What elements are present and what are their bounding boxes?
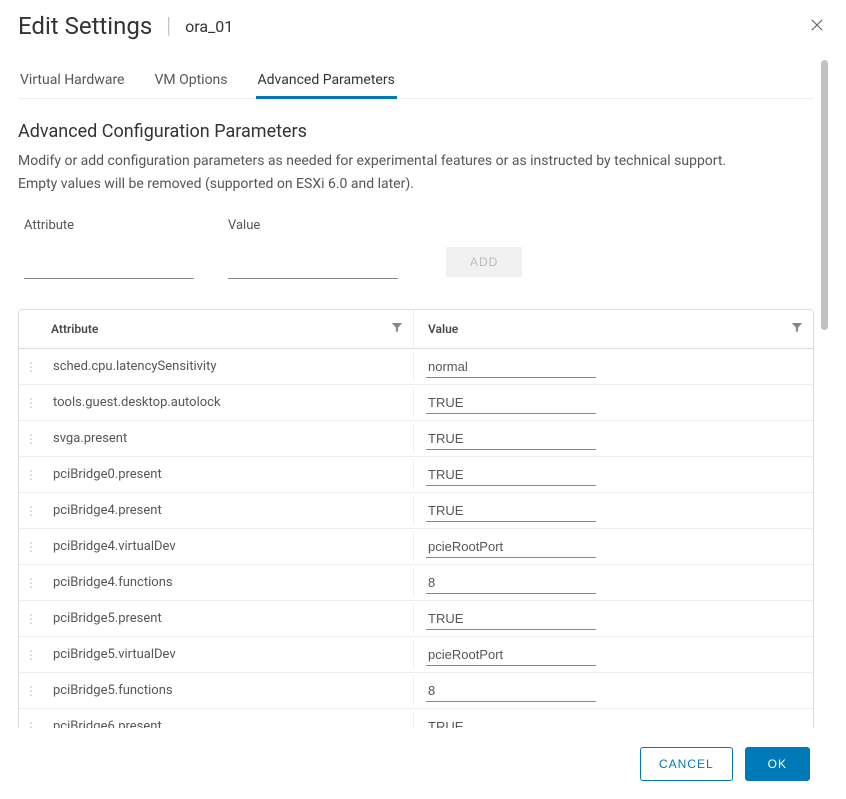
table-row: ⋮tools.guest.desktop.autolock bbox=[19, 385, 813, 421]
cell-value bbox=[413, 532, 813, 562]
ok-button[interactable]: OK bbox=[745, 747, 810, 781]
table-row: ⋮pciBridge6.present bbox=[19, 709, 813, 728]
close-icon[interactable] bbox=[808, 16, 826, 38]
dialog-footer: CANCEL OK bbox=[18, 728, 828, 799]
table-row: ⋮pciBridge5.functions bbox=[19, 673, 813, 709]
section-description: Modify or add configuration parameters a… bbox=[18, 150, 814, 196]
cell-value bbox=[413, 568, 813, 598]
filter-icon[interactable] bbox=[791, 322, 803, 337]
drag-handle-icon[interactable]: ⋮ bbox=[19, 349, 43, 384]
cell-value bbox=[413, 676, 813, 706]
drag-handle-icon[interactable]: ⋮ bbox=[19, 601, 43, 636]
table-row: ⋮pciBridge5.virtualDev bbox=[19, 637, 813, 673]
tab-virtual-hardware[interactable]: Virtual Hardware bbox=[18, 64, 126, 98]
tab-bar: Virtual Hardware VM Options Advanced Par… bbox=[18, 64, 814, 99]
cell-value bbox=[413, 712, 813, 728]
cell-attribute: pciBridge0.present bbox=[43, 457, 413, 492]
cell-value bbox=[413, 604, 813, 634]
drag-handle-icon[interactable]: ⋮ bbox=[19, 385, 43, 420]
cell-value-input[interactable] bbox=[426, 572, 596, 594]
cell-value-input[interactable] bbox=[426, 356, 596, 378]
table-body: ⋮sched.cpu.latencySensitivity⋮tools.gues… bbox=[19, 349, 813, 728]
table-row: ⋮pciBridge0.present bbox=[19, 457, 813, 493]
cell-value bbox=[413, 640, 813, 670]
cell-value-input[interactable] bbox=[426, 536, 596, 558]
table-row: ⋮svga.present bbox=[19, 421, 813, 457]
table-row: ⋮pciBridge4.virtualDev bbox=[19, 529, 813, 565]
cell-value-input[interactable] bbox=[426, 680, 596, 702]
column-value: Value bbox=[413, 310, 813, 349]
drag-handle-icon[interactable]: ⋮ bbox=[19, 673, 43, 708]
cell-value bbox=[413, 352, 813, 382]
column-attribute: Attribute bbox=[19, 310, 413, 349]
cell-value-input[interactable] bbox=[426, 608, 596, 630]
section-title: Advanced Configuration Parameters bbox=[18, 121, 814, 142]
cell-value bbox=[413, 496, 813, 526]
cell-value-input[interactable] bbox=[426, 500, 596, 522]
table-row: ⋮pciBridge4.present bbox=[19, 493, 813, 529]
drag-handle-icon[interactable]: ⋮ bbox=[19, 529, 43, 564]
attribute-field: Attribute bbox=[18, 218, 194, 279]
dialog-header: Edit Settings | ora_01 bbox=[18, 12, 828, 54]
tab-vm-options[interactable]: VM Options bbox=[152, 64, 229, 98]
cell-attribute: sched.cpu.latencySensitivity bbox=[43, 349, 413, 384]
drag-handle-icon[interactable]: ⋮ bbox=[19, 565, 43, 600]
cell-value-input[interactable] bbox=[426, 392, 596, 414]
cell-attribute: svga.present bbox=[43, 421, 413, 456]
table-row: ⋮pciBridge4.functions bbox=[19, 565, 813, 601]
title-separator: | bbox=[166, 14, 171, 39]
drag-handle-icon[interactable]: ⋮ bbox=[19, 637, 43, 672]
dialog-body-scroll[interactable]: Virtual Hardware VM Options Advanced Par… bbox=[18, 54, 828, 728]
add-button[interactable]: ADD bbox=[446, 247, 522, 277]
dialog-title: Edit Settings bbox=[18, 12, 152, 40]
table-row: ⋮sched.cpu.latencySensitivity bbox=[19, 349, 813, 385]
attribute-label: Attribute bbox=[24, 218, 194, 233]
tab-advanced-parameters[interactable]: Advanced Parameters bbox=[256, 64, 397, 98]
cell-attribute: tools.guest.desktop.autolock bbox=[43, 385, 413, 420]
value-field: Value bbox=[222, 218, 398, 279]
attribute-input[interactable] bbox=[24, 255, 194, 279]
cell-value-input[interactable] bbox=[426, 428, 596, 450]
drag-handle-icon[interactable]: ⋮ bbox=[19, 457, 43, 492]
cell-value bbox=[413, 388, 813, 418]
drag-handle-icon[interactable]: ⋮ bbox=[19, 709, 43, 728]
cell-value-input[interactable] bbox=[426, 464, 596, 486]
scrollbar-thumb[interactable] bbox=[821, 60, 828, 330]
cell-attribute: pciBridge6.present bbox=[43, 709, 413, 728]
cell-value bbox=[413, 460, 813, 490]
parameters-table: Attribute Value ⋮sched.cpu.latencySensit… bbox=[18, 309, 814, 728]
add-param-form: Attribute Value ADD bbox=[18, 218, 814, 279]
cell-value bbox=[413, 424, 813, 454]
cell-attribute: pciBridge4.present bbox=[43, 493, 413, 528]
table-header: Attribute Value bbox=[19, 310, 813, 349]
drag-handle-icon[interactable]: ⋮ bbox=[19, 493, 43, 528]
cell-attribute: pciBridge5.virtualDev bbox=[43, 637, 413, 672]
value-input[interactable] bbox=[228, 255, 398, 279]
drag-handle-icon[interactable]: ⋮ bbox=[19, 421, 43, 456]
cell-attribute: pciBridge5.present bbox=[43, 601, 413, 636]
cancel-button[interactable]: CANCEL bbox=[640, 747, 733, 781]
edit-settings-dialog: Edit Settings | ora_01 Virtual Hardware … bbox=[0, 0, 846, 799]
cell-value-input[interactable] bbox=[426, 716, 596, 728]
dialog-subtitle: ora_01 bbox=[185, 17, 233, 36]
cell-attribute: pciBridge5.functions bbox=[43, 673, 413, 708]
cell-attribute: pciBridge4.virtualDev bbox=[43, 529, 413, 564]
table-row: ⋮pciBridge5.present bbox=[19, 601, 813, 637]
cell-attribute: pciBridge4.functions bbox=[43, 565, 413, 600]
value-label: Value bbox=[228, 218, 398, 233]
cell-value-input[interactable] bbox=[426, 644, 596, 666]
filter-icon[interactable] bbox=[391, 322, 403, 337]
